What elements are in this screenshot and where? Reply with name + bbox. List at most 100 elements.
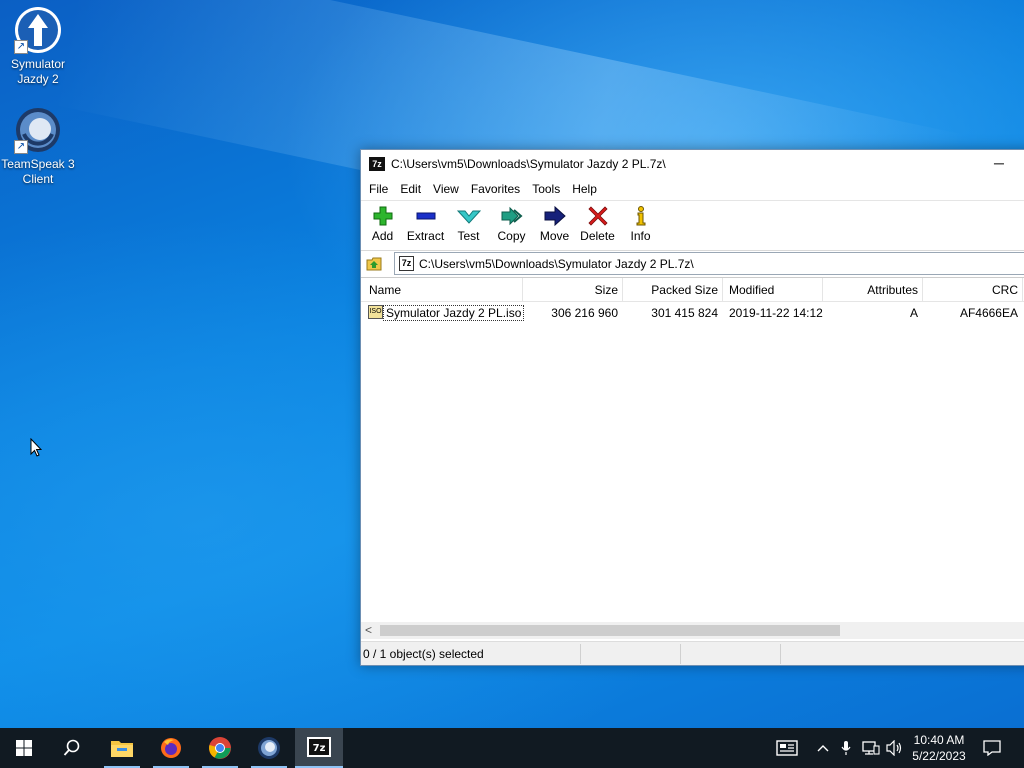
taskbar: 7z 10:40 AM 5/22/2023 (0, 728, 1024, 768)
menu-edit[interactable]: Edit (394, 182, 427, 196)
double-arrow-icon (501, 206, 523, 226)
shortcut-arrow-icon: ↗ (14, 40, 28, 54)
column-crc[interactable]: CRC (992, 283, 1018, 297)
7zip-archive-icon: 7z (399, 256, 414, 271)
taskbar-firefox[interactable] (147, 728, 195, 768)
tray-network[interactable] (860, 728, 882, 768)
selection-status: 0 / 1 object(s) selected (363, 647, 484, 661)
network-icon (862, 741, 880, 755)
notification-icon (983, 740, 1001, 756)
taskbar-file-explorer[interactable] (98, 728, 146, 768)
speaker-icon (886, 740, 902, 756)
folder-up-icon[interactable] (366, 255, 382, 271)
search-icon (63, 739, 80, 756)
file-attributes: A (909, 306, 918, 320)
move-label: Move (539, 229, 570, 243)
copy-label: Copy (497, 229, 526, 243)
x-icon (587, 206, 608, 226)
column-divider[interactable] (1022, 278, 1023, 302)
file-packed-size: 301 415 824 (651, 306, 718, 320)
column-divider[interactable] (822, 278, 823, 302)
desktop-icon-teamspeak[interactable]: ↗ TeamSpeak 3 Client (0, 106, 76, 187)
add-label: Add (371, 229, 394, 243)
menu-tools[interactable]: Tools (526, 182, 566, 196)
desktop-icon-label: Symulator Jazdy 2 (10, 57, 66, 86)
firefox-icon (161, 738, 181, 758)
column-name[interactable]: Name (369, 283, 401, 297)
minimize-button[interactable]: ─ (985, 152, 1013, 176)
iso-file-icon: ISO (368, 305, 383, 319)
taskbar-7zip[interactable]: 7z (295, 728, 343, 768)
taskbar-teamspeak[interactable] (245, 728, 293, 768)
copy-button[interactable]: Copy (490, 205, 533, 243)
tray-microphone[interactable] (836, 728, 856, 768)
status-divider (580, 644, 581, 664)
test-button[interactable]: Test (447, 205, 490, 243)
address-text: C:\Users\vm5\Downloads\Symulator Jazdy 2… (419, 257, 694, 271)
minus-icon (416, 212, 435, 220)
column-divider[interactable] (722, 278, 723, 302)
file-name[interactable]: Symulator Jazdy 2 PL.iso (383, 305, 525, 321)
add-button[interactable]: Add (361, 205, 404, 243)
column-divider[interactable] (522, 278, 523, 302)
menu-view[interactable]: View (427, 182, 465, 196)
scrollbar-thumb[interactable] (380, 625, 840, 636)
file-explorer-icon (111, 741, 133, 757)
file-crc: AF4666EA (959, 306, 1018, 320)
tray-volume[interactable] (884, 728, 906, 768)
teamspeak-icon (258, 737, 280, 759)
file-modified: 2019-11-22 14:12 (729, 306, 823, 320)
teamspeak-icon: ↗ (14, 106, 62, 154)
plus-icon (373, 206, 392, 226)
news-icon (776, 740, 798, 756)
column-packed-size[interactable]: Packed Size (651, 283, 718, 297)
scroll-left-icon[interactable]: < (365, 623, 372, 637)
desktop-icon-symulator[interactable]: ↗ Symulator Jazdy 2 (0, 6, 76, 87)
address-input[interactable]: 7z C:\Users\vm5\Downloads\Symulator Jazd… (394, 252, 1024, 275)
microphone-icon (841, 741, 851, 755)
title-bar[interactable]: 7z C:\Users\vm5\Downloads\Symulator Jazd… (361, 150, 1024, 178)
column-divider[interactable] (622, 278, 623, 302)
start-button[interactable] (0, 728, 48, 768)
clock-time: 10:40 AM (913, 733, 965, 747)
table-row[interactable]: ISO Symulator Jazdy 2 PL.iso 306 216 960… (361, 302, 1024, 324)
check-icon (456, 210, 481, 224)
7zip-app-icon: 7z (369, 157, 385, 171)
delete-label: Delete (580, 229, 615, 243)
info-button[interactable]: Info (619, 205, 662, 243)
column-attributes[interactable]: Attributes (867, 283, 918, 297)
tray-show-hidden[interactable] (812, 728, 834, 768)
info-icon (636, 206, 645, 226)
taskbar-chrome[interactable] (196, 728, 244, 768)
column-divider[interactable] (922, 278, 923, 302)
horizontal-scrollbar[interactable]: < (361, 622, 1024, 639)
7zip-window[interactable]: 7z C:\Users\vm5\Downloads\Symulator Jazd… (360, 149, 1024, 666)
arrow-right-icon (544, 205, 566, 227)
shortcut-arrow-icon: ↗ (14, 140, 28, 154)
7zip-icon: 7z (307, 737, 331, 757)
mouse-cursor-icon (30, 437, 43, 461)
desktop-icon-label: TeamSpeak 3 Client (1, 157, 75, 186)
file-list[interactable]: Name Size Packed Size Modified Attribute… (361, 277, 1024, 639)
status-divider (680, 644, 681, 664)
menu-file[interactable]: File (363, 182, 394, 196)
menu-help[interactable]: Help (566, 182, 603, 196)
toolbar: Add Extract Test Copy Move Delete Info (361, 200, 1024, 250)
svg-text:7z: 7z (313, 743, 326, 754)
extract-label: Extract (406, 229, 445, 243)
column-size[interactable]: Size (595, 283, 618, 297)
taskbar-clock[interactable]: 10:40 AM 5/22/2023 (906, 732, 972, 764)
desktop: ↗ Symulator Jazdy 2 ↗ TeamSpeak 3 Client… (0, 0, 1024, 728)
search-button[interactable] (48, 728, 96, 768)
extract-button[interactable]: Extract (404, 205, 447, 243)
tray-action-center[interactable] (978, 728, 1006, 768)
delete-button[interactable]: Delete (576, 205, 619, 243)
menu-favorites[interactable]: Favorites (465, 182, 526, 196)
move-button[interactable]: Move (533, 205, 576, 243)
symulator-arrow-icon: ↗ (14, 6, 62, 54)
column-modified[interactable]: Modified (729, 283, 774, 297)
tray-news[interactable] (772, 728, 802, 768)
list-header: Name Size Packed Size Modified Attribute… (361, 278, 1024, 302)
window-title: C:\Users\vm5\Downloads\Symulator Jazdy 2… (391, 157, 666, 171)
test-label: Test (457, 229, 480, 243)
